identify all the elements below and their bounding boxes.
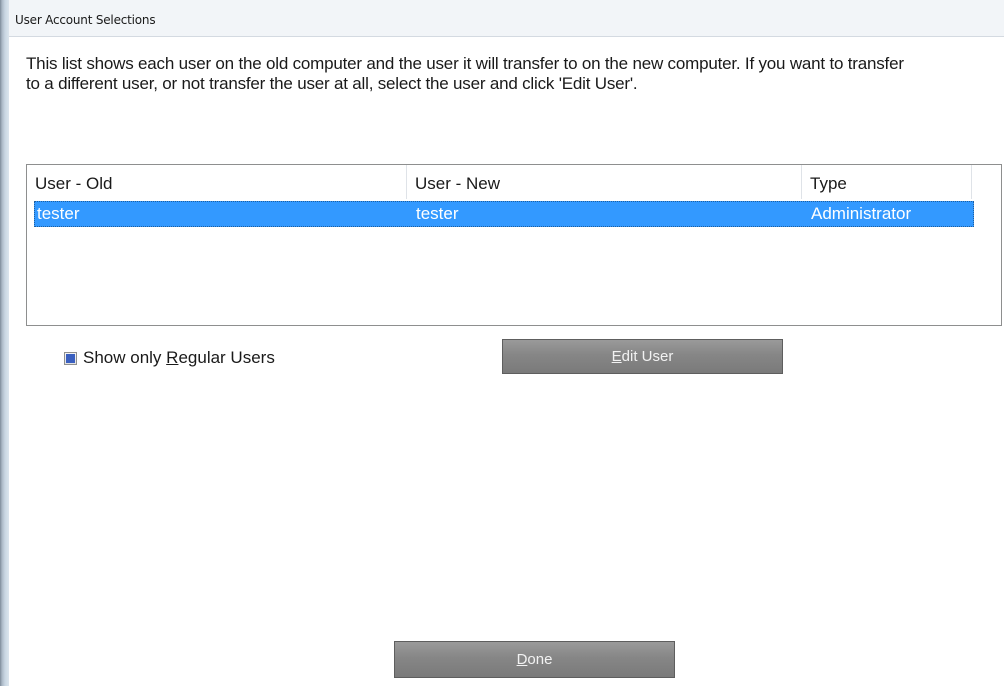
checkbox-box[interactable] [64, 351, 77, 365]
column-header-type[interactable]: Type [802, 165, 972, 199]
list-header: User - Old User - New Type [27, 165, 1001, 199]
cell-user-old: tester [37, 204, 80, 223]
cell-user-new: tester [416, 204, 459, 223]
edit-user-button[interactable]: Edit User [502, 339, 783, 374]
instructions-text: This list shows each user on the old com… [26, 54, 904, 93]
column-header-user-new[interactable]: User - New [407, 165, 802, 199]
show-regular-users-checkbox[interactable]: Show only Regular Users [64, 347, 275, 369]
done-button[interactable]: Done [394, 641, 675, 678]
title-bar[interactable]: User Account Selections [9, 0, 1004, 37]
user-account-selections-window: User Account Selections This list shows … [0, 0, 1004, 686]
window-left-border [0, 0, 9, 686]
table-row[interactable]: tester tester Administrator [34, 201, 974, 227]
checkbox-label: Show only Regular Users [83, 348, 275, 367]
cell-type: Administrator [811, 204, 912, 223]
check-icon [66, 353, 75, 363]
user-list[interactable]: User - Old User - New Type tester tester… [26, 164, 1002, 326]
window-title: User Account Selections [15, 13, 156, 27]
column-header-user-old[interactable]: User - Old [27, 165, 407, 199]
column-header-filler [972, 165, 1001, 199]
